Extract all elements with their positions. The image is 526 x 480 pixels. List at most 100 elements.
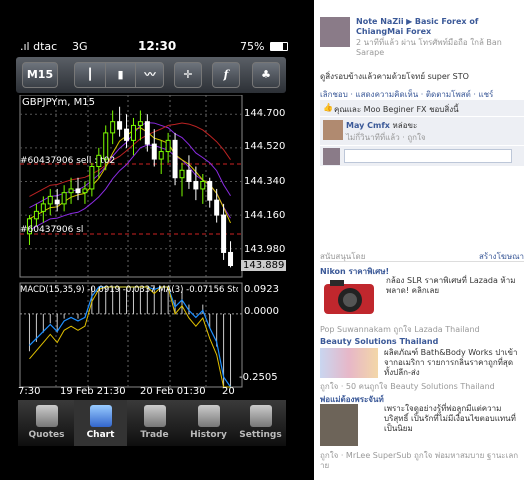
facebook-sidebar: Note NaZii ▶ Basic Forex of ChiangMai Fo… <box>318 0 526 480</box>
battery-icon <box>270 42 288 51</box>
my-avatar <box>323 148 340 165</box>
candle-body <box>54 199 60 205</box>
ad2-title[interactable]: Beauty Solutions Thailand <box>320 337 438 346</box>
indicators-icon[interactable]: f <box>212 62 240 88</box>
likes-text[interactable]: คุณและ Moo Beginer FX ชอบสิ่งนี้ <box>334 105 459 114</box>
indicator-tick: -0.2505 <box>239 372 278 383</box>
time-tick: 7:30 <box>18 386 41 397</box>
candle-body <box>151 143 157 160</box>
history-icon <box>197 405 220 427</box>
comment-avatar[interactable] <box>323 120 343 140</box>
comment-meta: ไม่กี่วินาทีที่แล้ว · ถูกใจ <box>346 133 426 142</box>
tab-label: Quotes <box>28 430 65 440</box>
ad3-image[interactable] <box>320 404 358 446</box>
candle-body <box>200 180 206 190</box>
candle-body <box>110 121 116 134</box>
current-price-label: 143.889 <box>241 260 287 271</box>
candle-body <box>193 180 199 190</box>
bar-chart-icon[interactable]: ┃ <box>75 63 105 87</box>
candle-body <box>179 169 185 179</box>
price-tick: 144.700 <box>244 108 286 119</box>
chart-toolbar: M15 ┃ ▮ 〰 ✛ f ♣ <box>16 57 286 93</box>
post-meta: 2 นาทีที่แล้ว ผ่าน โทรศัพท์มือถือ ใกล้ B… <box>356 38 502 57</box>
tab-chart[interactable]: Chart <box>74 400 127 446</box>
quotes-icon <box>35 405 58 427</box>
chart-type-segment: ┃ ▮ 〰 <box>74 62 164 88</box>
clock: 12:30 <box>138 39 177 53</box>
candle-body <box>33 210 39 220</box>
ad2-social: ถูกใจ · 50 คนถูกใจ Beauty Solutions Thai… <box>320 382 495 391</box>
thumbs-up-icon: 👍 <box>323 103 333 112</box>
symbol-label: GBPJPYm, M15 <box>22 97 95 108</box>
line-chart-icon[interactable]: 〰 <box>135 63 164 87</box>
ad1-text: กล้อง SLR ราคาพิเศษที่ Lazada ห้ามพลาด! … <box>386 276 516 295</box>
candle-body <box>137 121 143 126</box>
macd-signal-line <box>29 286 232 388</box>
candle-body <box>165 139 171 153</box>
candle-body <box>186 169 192 182</box>
price-tick: 143.980 <box>244 244 286 255</box>
ad2-text: ผลิตภัณฑ์ Bath&Body Works ปาเข้าจากอเมริ… <box>384 348 518 377</box>
order-label-sl: #60437906 sl <box>20 225 84 235</box>
comment-author[interactable]: May Cmfx <box>346 121 390 130</box>
candle-chart-icon[interactable]: ▮ <box>105 63 135 87</box>
comment-text: หล่อขะ <box>392 121 418 130</box>
candle-body <box>47 195 53 205</box>
comment: May Cmfx หล่อขะ ไม่กี่วินาทีที่แล้ว · ถู… <box>320 117 524 145</box>
chart-icon <box>89 405 112 427</box>
author-link[interactable]: Note NaZii <box>356 17 404 26</box>
comment-input[interactable] <box>344 149 512 163</box>
moving-average-line <box>29 127 231 224</box>
time-tick: 20 <box>222 386 235 397</box>
stochastic-line <box>29 286 231 388</box>
candle-body <box>207 180 213 201</box>
network-label: 3G <box>72 40 88 53</box>
avatar[interactable] <box>320 17 350 47</box>
price-tick: 144.520 <box>244 141 286 152</box>
indicator-tick: 0.0923 <box>244 284 279 295</box>
price-tick: 144.340 <box>244 176 286 187</box>
ad1-image[interactable] <box>320 276 382 318</box>
mobile-screen: .ıl dtac 3G 12:30 75% M15 ┃ ▮ 〰 ✛ f ♣ GB… <box>0 0 314 480</box>
candle-body <box>61 192 67 205</box>
post-text: ดูสิ่งรอบข้างแล้วคามด้วยโจทย์ super STO <box>320 72 469 81</box>
candle-body <box>144 121 150 145</box>
objects-icon[interactable]: ♣ <box>252 62 280 88</box>
tab-label: History <box>190 430 227 440</box>
candle-body <box>172 139 178 179</box>
tab-label: Settings <box>239 430 282 440</box>
tab-history[interactable]: History <box>182 400 235 446</box>
sponsored-label: สนับสนุนโดย <box>320 252 366 261</box>
price-tick: 144.160 <box>244 210 286 221</box>
tab-trade[interactable]: Trade <box>128 400 181 446</box>
tab-label: Trade <box>140 430 169 440</box>
likes-bar: 👍 คุณและ Moo Beginer FX ชอบสิ่งนี้ <box>320 100 524 116</box>
candle-body <box>221 214 227 253</box>
indicator-tick: 0.0000 <box>244 306 279 317</box>
order-label-sell: #60437906 sell : t02 <box>20 156 116 166</box>
status-bar: .ıl dtac 3G 12:30 75% <box>0 38 294 56</box>
trade-icon <box>143 405 166 427</box>
candle-body <box>214 199 220 216</box>
tab-label: Chart <box>86 430 115 440</box>
candle-body <box>40 203 46 212</box>
time-tick: 19 Feb 21:30 <box>60 386 126 397</box>
candle-body <box>75 188 81 194</box>
carrier-label: .ıl dtac <box>20 40 58 53</box>
crosshair-icon[interactable]: ✛ <box>174 62 202 88</box>
price-chart[interactable]: GBPJPYm, M15 #60437906 sell : t02 #60437… <box>18 95 287 400</box>
create-ad-link[interactable]: สร้างโฆษณา <box>479 250 524 263</box>
tab-bar: Quotes Chart Trade History Settings <box>18 400 286 446</box>
candle-body <box>158 151 164 160</box>
ad1-social: Pop Suwannakam ถูกใจ Lazada Thailand <box>320 325 480 334</box>
ad3-social: ถูกใจ · MrLee SuperSub ถูกใจ พ่อมหาสมบาย… <box>320 451 519 470</box>
candle-body <box>228 251 234 267</box>
settings-icon <box>249 405 272 427</box>
tab-quotes[interactable]: Quotes <box>20 400 73 446</box>
candle-body <box>89 166 95 190</box>
camera-icon <box>324 280 374 314</box>
ad3-text: เพราะใจดูอย่างรู้ที่พ่อลูกมีแต่ความบริสุ… <box>384 404 516 433</box>
timeframe-button[interactable]: M15 <box>22 62 58 88</box>
tab-settings[interactable]: Settings <box>234 400 287 446</box>
ad2-image[interactable] <box>320 348 378 378</box>
